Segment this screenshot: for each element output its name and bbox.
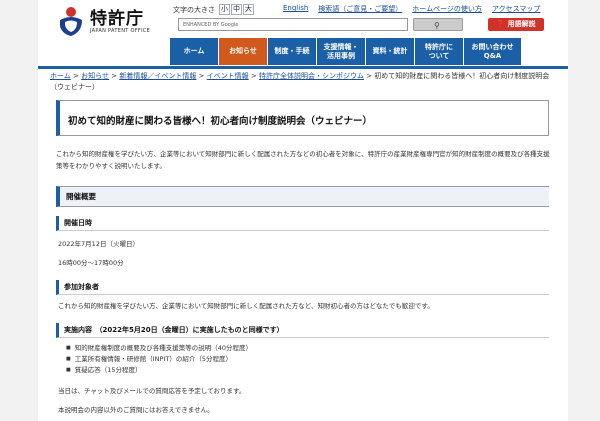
howto-link[interactable]: ホームページの使い方 <box>412 4 482 14</box>
access-map-link[interactable]: アクセスマップ <box>492 4 540 14</box>
list-item: 知的財産権制度の概要及び各種支援策等の説明（40分程度） <box>66 343 252 354</box>
site-header: 特許庁 JAPAN PATENT OFFICE 文字の大きさ 小 中 大 Eng… <box>38 0 568 66</box>
font-size-large-button[interactable]: 大 <box>243 4 254 15</box>
glossary-label: 用語解説 <box>507 20 536 28</box>
breadcrumb-home[interactable]: ホーム <box>50 72 71 80</box>
top-links: English 検索語（ご意見・ご要望） ホームページの使い方 アクセスマップ <box>283 4 540 14</box>
site-logo[interactable]: 特許庁 JAPAN PATENT OFFICE <box>56 6 150 38</box>
target-heading: 参加対象者 <box>56 280 549 295</box>
breadcrumb: ホーム > お知らせ > 新着情報／イベント情報 > イベント情報 > 特許庁全… <box>50 72 550 91</box>
nav-support[interactable]: 支援情報・ 活用事例 <box>317 38 366 65</box>
question-icon: ❓ <box>496 20 506 28</box>
feedback-link[interactable]: 検索語（ご意見・ご要望） <box>318 4 402 14</box>
search-button[interactable]: ⚲ <box>413 18 463 31</box>
breadcrumb-events[interactable]: イベント情報 <box>207 72 249 80</box>
nav-procedures[interactable]: 制度・手続 <box>268 38 317 65</box>
breadcrumb-new-info[interactable]: 新着情報／イベント情報 <box>119 72 196 80</box>
time-value: 16時00分～17時00分 <box>58 259 124 267</box>
list-item: 質疑応答（15分程度） <box>66 365 252 376</box>
page-title: 初めて知的財産に関わる皆様へ！初心者向け制度説明会（ウェビナー） <box>68 116 373 127</box>
date-value: 2022年7月12日（火曜日） <box>58 240 139 248</box>
jpo-logo-mark <box>56 6 86 38</box>
nav-contact[interactable]: お問い合わせ Q&A <box>464 38 522 65</box>
list-item: 工業所有権情報・研修館（INPIT）の紹介（5分程度） <box>66 354 252 365</box>
intro-text: これから知的財産権を学びたい方、企業等において知財部門に新しく配属された方などの… <box>56 150 550 170</box>
font-size-control: 文字の大きさ 小 中 大 <box>173 4 254 15</box>
date-heading: 開催日時 <box>56 216 549 231</box>
nav-news[interactable]: お知らせ <box>219 38 268 65</box>
section-overview-heading: 開催概要 <box>56 186 549 207</box>
chat-note: 当日は、チャット及びメールでの質問応答を予定しております。 <box>58 387 246 395</box>
site-name: 特許庁 <box>90 9 144 29</box>
content-heading: 実施内容 （2022年5月20日（金曜日）に実施したものと同様です） <box>56 323 549 338</box>
glossary-button[interactable]: ❓ 用語解説 <box>488 18 544 31</box>
page: 特許庁 JAPAN PATENT OFFICE 文字の大きさ 小 中 大 Eng… <box>38 0 568 421</box>
nav-underline <box>38 66 568 69</box>
search-input[interactable]: ENHANCED BY Google <box>178 18 408 31</box>
target-value: これから知的財産権を学びたい方、企業等において知財部門に新しく配属された方など、… <box>58 302 434 310</box>
nav-about[interactable]: 特許庁に ついて <box>415 38 464 65</box>
content-list: 知的財産権制度の概要及び各種支援策等の説明（40分程度） 工業所有権情報・研修館… <box>66 343 252 376</box>
english-link[interactable]: English <box>283 4 308 14</box>
scope-note: 本説明会の内容以外のご質問にはお答えできません。 <box>58 406 214 414</box>
nav-home[interactable]: ホーム <box>170 38 219 65</box>
main-nav: ホーム お知らせ 制度・手続 支援情報・ 活用事例 資料・統計 特許庁に ついて… <box>170 38 522 65</box>
font-size-label: 文字の大きさ <box>173 5 215 14</box>
breadcrumb-news[interactable]: お知らせ <box>81 72 109 80</box>
font-size-medium-button[interactable]: 中 <box>231 4 242 15</box>
breadcrumb-seminars[interactable]: 特許庁全体説明会・シンポジウム <box>259 72 364 80</box>
page-title-box: 初めて知的財産に関わる皆様へ！初心者向け制度説明会（ウェビナー） <box>56 100 549 136</box>
font-size-small-button[interactable]: 小 <box>219 4 230 15</box>
nav-statistics[interactable]: 資料・統計 <box>366 38 415 65</box>
search-icon: ⚲ <box>434 21 440 30</box>
site-name-en: JAPAN PATENT OFFICE <box>90 28 151 34</box>
